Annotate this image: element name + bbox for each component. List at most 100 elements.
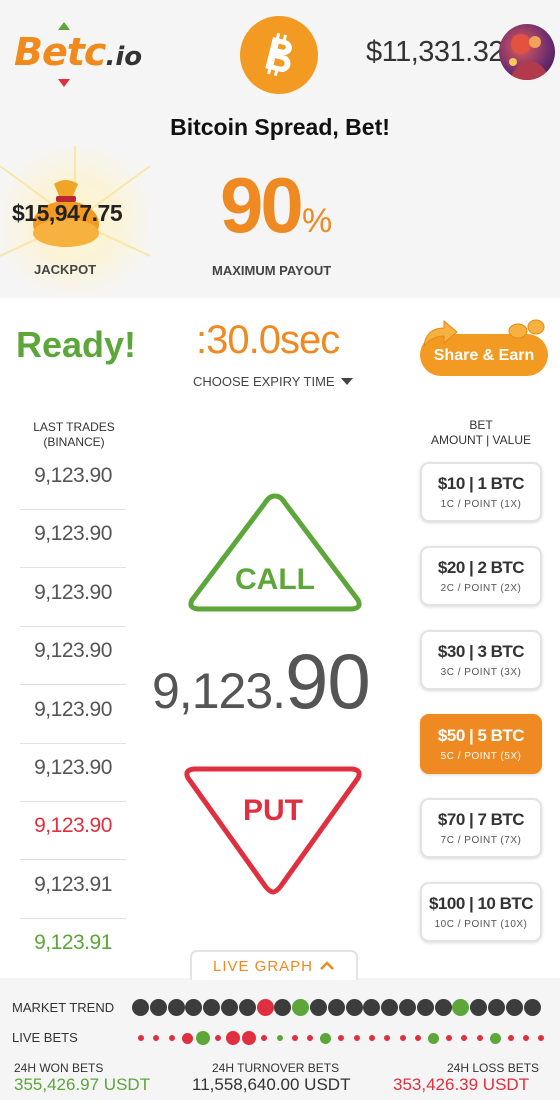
logo-text: Betc.io xyxy=(14,30,142,74)
trend-dot xyxy=(505,999,523,1016)
bet-option-10[interactable]: $10 | 1 BTC 1C / POINT (1X) xyxy=(420,462,542,522)
max-payout-label: MAXIMUM PAYOUT xyxy=(212,263,332,278)
trade-row: 9,123.90 xyxy=(20,686,126,744)
trend-dot xyxy=(523,999,541,1016)
choose-expiry-dropdown[interactable]: CHOOSE EXPIRY TIME xyxy=(193,374,353,389)
won-bets-value: 355,426.97 USDT xyxy=(14,1075,151,1094)
trend-dot xyxy=(345,999,363,1016)
trade-row: 9,123.90 xyxy=(20,627,126,685)
bet-point-value: 3C / POINT (3X) xyxy=(440,667,522,678)
trade-row: 9,123.90 xyxy=(20,569,126,627)
bet-option-70[interactable]: $70 | 7 BTC 7C / POINT (7X) xyxy=(420,798,542,858)
chevron-up-icon xyxy=(320,961,334,970)
live-bet-dot xyxy=(320,1032,332,1044)
current-price: 9,123.90 xyxy=(152,636,371,727)
trend-dot xyxy=(399,999,416,1016)
bet-option-30[interactable]: $30 | 3 BTC 3C / POINT (3X) xyxy=(420,630,542,690)
bet-amount: $70 | 7 BTC xyxy=(437,810,525,829)
bet-amount: $20 | 2 BTC xyxy=(437,558,525,577)
trade-row: 9,123.90 xyxy=(20,452,126,510)
live-bet-dot xyxy=(138,1035,144,1041)
trade-row: 9,123.90 xyxy=(20,802,126,860)
trade-row: 9,123.91 xyxy=(20,861,126,919)
chevron-down-icon xyxy=(340,378,353,385)
live-graph-toggle[interactable]: LIVE GRAPH xyxy=(190,950,358,980)
trade-row: 9,123.91 xyxy=(34,931,112,954)
logo-tld: .io xyxy=(105,42,143,72)
price-integer: 9,123. xyxy=(152,663,286,719)
live-bet-dot xyxy=(507,1035,514,1041)
bet-option-20[interactable]: $20 | 2 BTC 2C / POINT (2X) xyxy=(420,546,542,606)
live-bet-dot xyxy=(195,1031,210,1045)
live-bet-dot xyxy=(241,1031,256,1045)
jackpot-label: JACKPOT xyxy=(34,262,97,277)
trend-dot xyxy=(149,999,167,1016)
loss-bets-value: 353,426.39 USDT xyxy=(393,1075,530,1094)
jackpot-amount: $15,947.75 xyxy=(12,200,123,226)
bet-point-value: 1C / POINT (1X) xyxy=(440,499,522,510)
expiry-label: CHOOSE EXPIRY TIME xyxy=(193,374,335,389)
turnover-bets-label: 24H TURNOVER BETS xyxy=(212,1061,340,1075)
trend-dot xyxy=(167,999,185,1016)
last-trades-source: (BINANCE) xyxy=(43,435,105,449)
call-label: CALL xyxy=(235,563,315,596)
live-graph-label: LIVE GRAPH xyxy=(212,957,314,975)
live-bets-label: LIVE BETS xyxy=(12,1030,78,1045)
trend-dot xyxy=(488,999,505,1016)
live-bet-dot xyxy=(399,1035,406,1041)
price-decimals: 90 xyxy=(285,637,371,725)
bet-amount: $100 | 10 BTC xyxy=(428,894,534,913)
ready-status: Ready! xyxy=(16,324,137,365)
coins-icon xyxy=(508,319,545,339)
put-button[interactable]: PUT xyxy=(180,766,366,896)
account-balance: $11,331.32 xyxy=(366,36,505,68)
last-trades-title: LAST TRADES xyxy=(33,420,115,434)
bet-header: BET AMOUNT | VALUE xyxy=(420,418,542,448)
live-bet-dot xyxy=(353,1035,360,1041)
logo-up-arrow-icon xyxy=(58,22,70,30)
share-arrow-icon xyxy=(423,319,458,348)
bet-option-50-selected[interactable]: $50 | 5 BTC 5C / POINT (5X) xyxy=(420,714,542,774)
bet-header-subtitle: AMOUNT | VALUE xyxy=(430,433,532,447)
bet-amount: $10 | 1 BTC xyxy=(437,474,525,493)
last-trades-header: LAST TRADES (BINANCE) xyxy=(18,420,130,450)
bet-option-100[interactable]: $100 | 10 BTC 10C / POINT (10X) xyxy=(420,882,542,942)
trade-row: 9,123.90 xyxy=(20,744,126,802)
bet-point-value: 5C / POINT (5X) xyxy=(440,751,522,762)
max-payout-percent: % xyxy=(302,202,333,240)
put-label: PUT xyxy=(243,794,303,827)
expiry-timer: :30.0sec xyxy=(196,318,340,362)
bet-header-title: BET xyxy=(469,418,493,432)
bet-point-value: 2C / POINT (2X) xyxy=(440,583,522,594)
trend-dot xyxy=(416,999,434,1016)
bet-point-value: 7C / POINT (7X) xyxy=(440,835,522,846)
live-bet-dot xyxy=(523,1035,529,1041)
market-trend-label: MARKET TREND xyxy=(12,1000,115,1015)
trend-dot xyxy=(310,999,327,1016)
bet-amount: $30 | 3 BTC xyxy=(437,642,525,661)
live-bet-dot xyxy=(292,1035,298,1041)
trade-row: 9,123.90 xyxy=(20,510,126,568)
logo-down-arrow-icon xyxy=(58,79,70,87)
trend-dot xyxy=(132,999,149,1016)
live-bet-dot xyxy=(476,1035,483,1041)
page-title: Bitcoin Spread, Bet! xyxy=(170,114,390,140)
live-bet-dot xyxy=(215,1035,221,1041)
live-bet-dot xyxy=(446,1035,452,1041)
trend-dot xyxy=(256,999,274,1016)
avatar-image-icon xyxy=(509,34,549,80)
trend-dot xyxy=(327,999,345,1016)
user-avatar[interactable] xyxy=(499,24,555,80)
loss-bets-label: 24H LOSS BETS xyxy=(447,1061,540,1075)
live-bet-dot xyxy=(168,1035,175,1041)
trend-dot xyxy=(221,999,238,1016)
live-bet-dot xyxy=(276,1035,283,1041)
share-earn-label: Share & Earn xyxy=(433,347,535,364)
logo-name: Betc xyxy=(14,30,106,74)
live-bet-dot xyxy=(181,1032,193,1044)
trend-dot xyxy=(238,999,256,1016)
bitcoin-icon xyxy=(240,16,318,94)
call-button[interactable]: CALL xyxy=(184,488,366,616)
live-bet-dot xyxy=(428,1032,440,1044)
live-bet-dot xyxy=(369,1035,375,1041)
